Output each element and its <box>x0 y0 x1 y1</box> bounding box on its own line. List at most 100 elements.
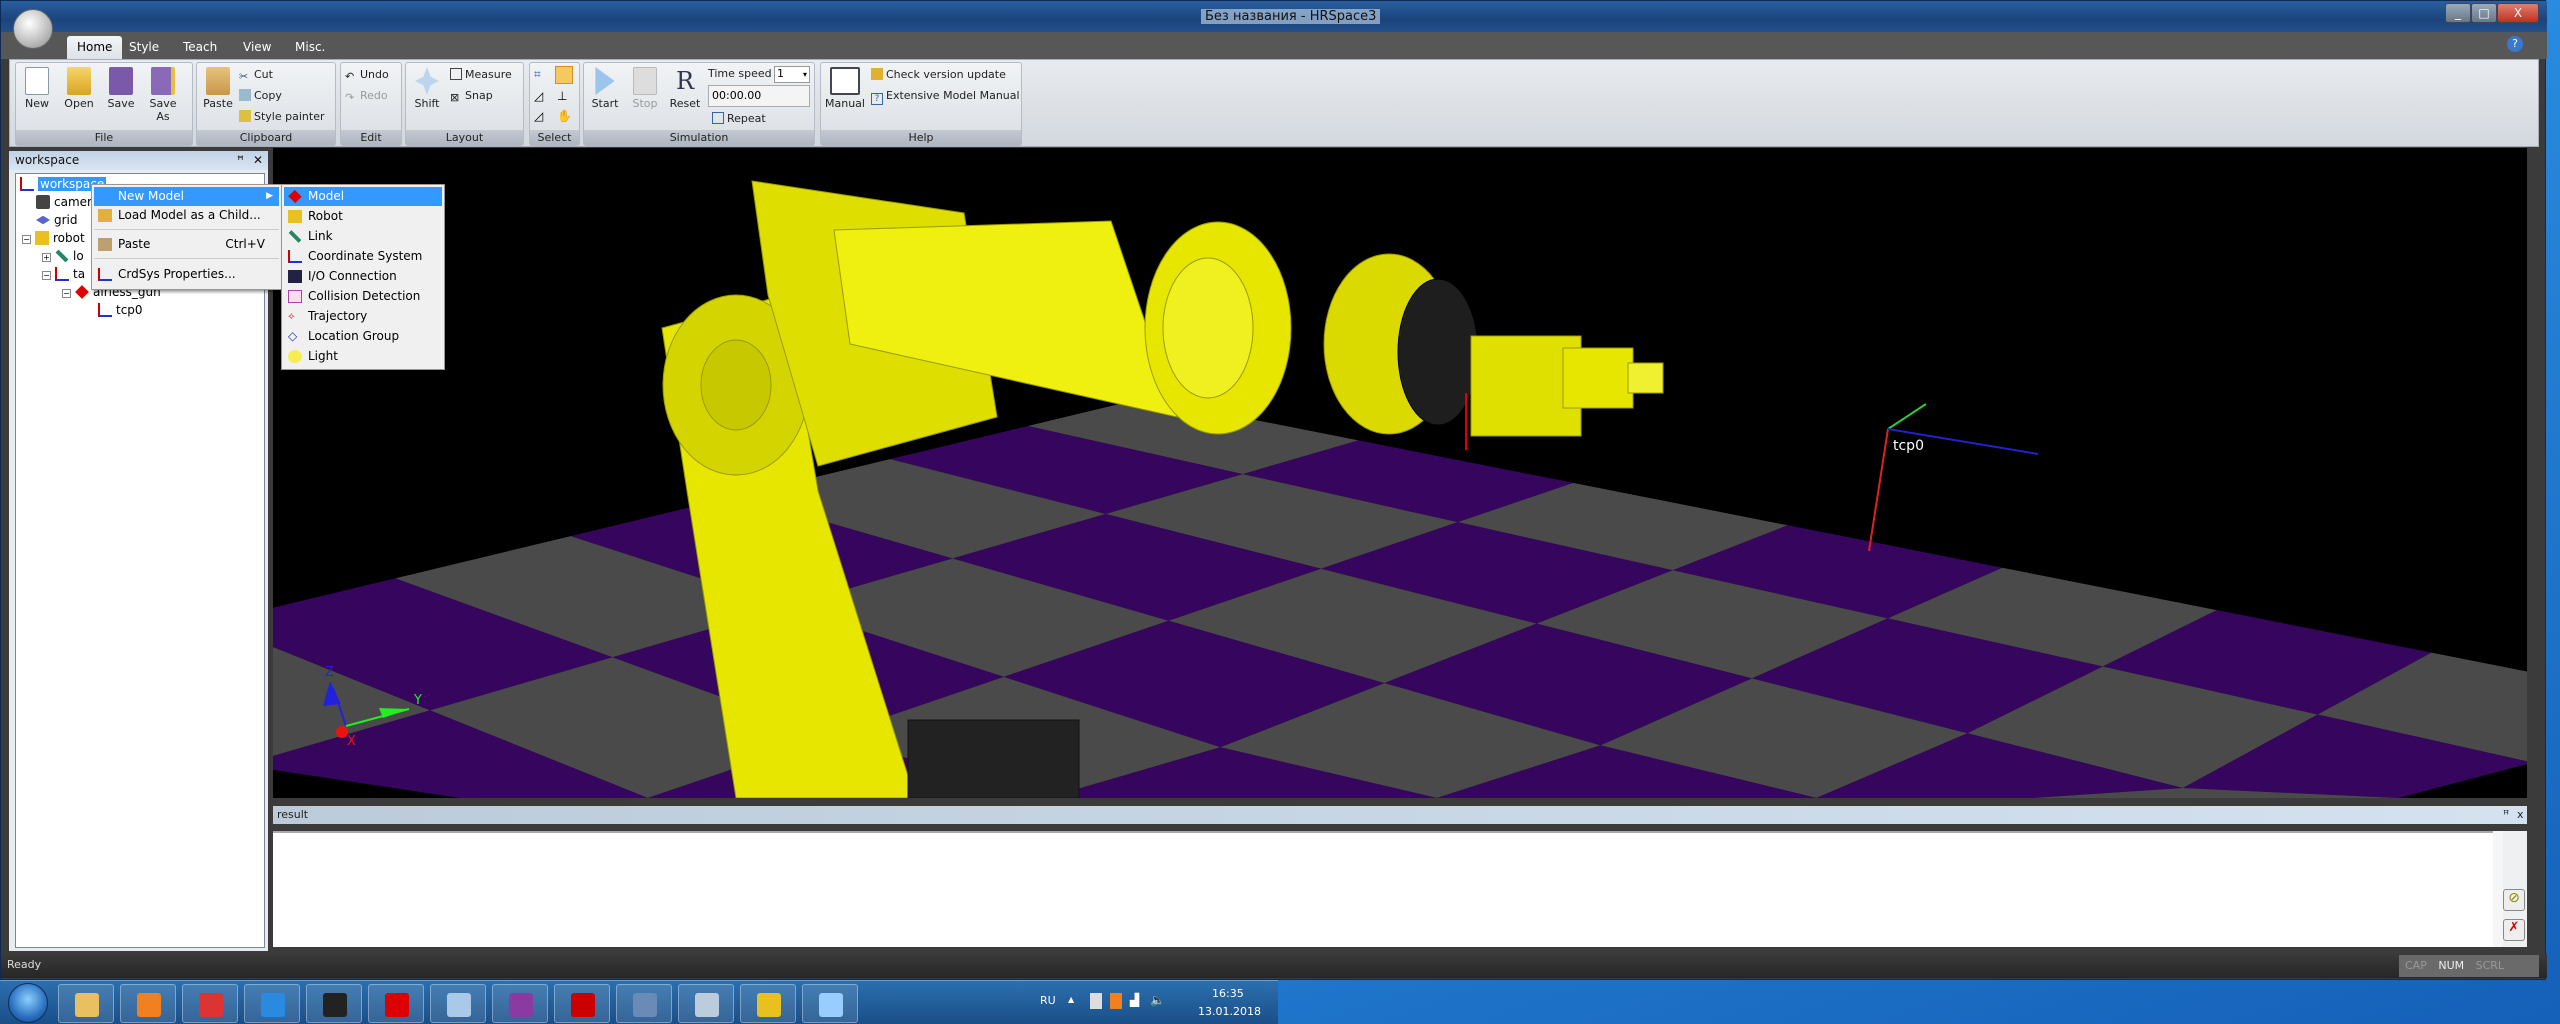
clear-icon[interactable]: ⊘ <box>2503 889 2525 911</box>
submenu-item-coordinate-system[interactable]: Coordinate System <box>284 247 442 266</box>
group-label: Clipboard <box>197 130 335 145</box>
start-button[interactable] <box>8 983 48 1023</box>
paste-button[interactable]: Paste <box>199 67 237 110</box>
manual-button[interactable]: Manual <box>823 67 867 110</box>
network-flag-icon[interactable] <box>1090 993 1102 1009</box>
taskbar-app-acrobat[interactable] <box>554 984 610 1023</box>
save-as-button[interactable]: Save As <box>144 67 182 123</box>
cut-button[interactable]: ✂ Cut <box>239 66 273 84</box>
stop-icon <box>633 67 657 95</box>
submenu-item-light[interactable]: Light <box>284 347 442 366</box>
select-axis-icon[interactable]: ⊥ <box>557 89 573 105</box>
close-icon[interactable]: ✕ <box>253 151 263 170</box>
hand-icon[interactable]: ✋ <box>557 109 573 125</box>
expand-icon[interactable]: + <box>42 253 51 262</box>
tab-misc[interactable]: Misc. <box>285 36 335 59</box>
tree-item-camera[interactable]: camera <box>36 193 99 211</box>
help-icon[interactable]: ? <box>2507 36 2523 52</box>
taskbar-app-hrspace[interactable] <box>740 984 796 1023</box>
submenu-item-link[interactable]: Link <box>284 227 442 246</box>
model-manual-label: Extensive Model Manual <box>886 89 1020 102</box>
taskbar-app-notepad[interactable] <box>430 984 486 1023</box>
model-manual-button[interactable]: ? Extensive Model Manual <box>871 87 1020 105</box>
tree-item-coordsys[interactable]: − ta <box>42 265 85 283</box>
tree-item-link[interactable]: + lo <box>42 247 84 265</box>
copy-button[interactable]: Copy <box>239 87 282 105</box>
snap-button[interactable]: ⊠ Snap <box>450 87 493 105</box>
pin-icon[interactable]: ꟸ <box>237 151 244 170</box>
tree-item-grid[interactable]: grid <box>36 211 78 229</box>
app-tool-icon <box>323 993 347 1017</box>
submenu-item-trajectory[interactable]: ⟡ Trajectory <box>284 307 442 326</box>
submenu-item-location-group[interactable]: ◇ Location Group <box>284 327 442 346</box>
signal-icon[interactable]: ▟ <box>1130 993 1139 1007</box>
taskbar-app-internet-explorer[interactable] <box>244 984 300 1023</box>
measure-button[interactable]: Measure <box>450 66 512 84</box>
menu-item-new-model[interactable]: New Model ▶ <box>94 187 279 206</box>
language-indicator[interactable]: RU <box>1040 994 1056 1007</box>
menu-item-load-model[interactable]: Load Model as a Child... <box>94 206 279 225</box>
new-button[interactable]: New <box>18 67 56 110</box>
scene-svg[interactable]: tcp0 Z Y X <box>273 148 2527 798</box>
taskbar-app-app-tool[interactable] <box>306 984 362 1023</box>
taskbar-app-calculator[interactable] <box>678 984 734 1023</box>
result-scrollbar[interactable] <box>2493 831 2503 947</box>
app-menu-button[interactable] <box>13 9 53 49</box>
menu-item-paste[interactable]: Paste Ctrl+V <box>94 235 279 254</box>
select-box-icon[interactable]: ⌗ <box>534 67 550 83</box>
delete-icon[interactable]: ✗ <box>2503 919 2525 941</box>
time-speed-select[interactable]: 1 ▾ <box>774 66 810 83</box>
save-as-icon <box>151 67 175 95</box>
close-icon[interactable]: x <box>2517 806 2524 824</box>
robot-base <box>907 719 1080 798</box>
3d-viewport[interactable]: tcp0 Z Y X <box>273 148 2527 798</box>
antivirus-icon[interactable] <box>1110 993 1122 1009</box>
submenu-item-io-connection[interactable]: I/O Connection <box>284 267 442 286</box>
undo-button[interactable]: ↶ Undo <box>345 66 389 84</box>
minimize-button[interactable]: _ <box>2445 3 2471 23</box>
reset-button[interactable]: R Reset <box>666 67 704 110</box>
select-frame-icon[interactable] <box>555 66 573 84</box>
maximize-button[interactable]: □ <box>2471 3 2497 23</box>
result-output[interactable] <box>273 831 2493 947</box>
submenu-item-robot[interactable]: Robot <box>284 207 442 226</box>
tab-teach[interactable]: Teach <box>173 36 227 59</box>
clock-date[interactable]: 13.01.2018 <box>1198 1005 1261 1018</box>
open-button[interactable]: Open <box>60 67 98 110</box>
taskbar-app-winrar[interactable] <box>492 984 548 1023</box>
taskbar-app-explorer[interactable] <box>58 984 114 1023</box>
tab-home[interactable]: Home <box>67 36 123 59</box>
stop-button[interactable]: Stop <box>626 67 664 110</box>
shift-button[interactable]: Shift <box>408 67 446 110</box>
collapse-icon[interactable]: − <box>22 235 31 244</box>
menu-item-crdsys-properties[interactable]: CrdSys Properties... <box>94 265 279 284</box>
tab-style[interactable]: Style <box>119 36 169 59</box>
tree-item-robot[interactable]: − robot <box>22 229 85 247</box>
clock-time[interactable]: 16:35 <box>1212 987 1244 1000</box>
pin-icon[interactable]: ꟸ <box>2503 806 2509 824</box>
submenu-item-collision-detection[interactable]: Collision Detection <box>284 287 442 306</box>
taskbar-app-chrome[interactable] <box>182 984 238 1023</box>
save-button[interactable]: Save <box>102 67 140 110</box>
tray-expand-icon[interactable]: ▲ <box>1068 995 1074 1004</box>
select-face-icon[interactable]: ◿ <box>534 109 550 125</box>
repeat-button[interactable]: Repeat <box>712 110 766 128</box>
close-button[interactable]: X <box>2497 3 2539 23</box>
tab-view[interactable]: View <box>233 36 281 59</box>
select-edge-icon[interactable]: ◿ <box>534 89 550 105</box>
style-painter-button[interactable]: Style painter <box>239 108 324 126</box>
collapse-icon[interactable]: − <box>62 289 71 298</box>
tree-item-tcp0[interactable]: tcp0 <box>98 301 143 319</box>
redo-button[interactable]: ↷ Redo <box>345 87 388 105</box>
tree-label: tcp0 <box>116 303 143 317</box>
collapse-icon[interactable]: − <box>42 271 51 280</box>
taskbar-app-opera[interactable] <box>368 984 424 1023</box>
check-update-button[interactable]: Check version update <box>871 66 1006 84</box>
submenu-item-model[interactable]: Model <box>284 187 442 206</box>
taskbar-app-paint[interactable] <box>802 984 858 1023</box>
tcp-y-axis <box>1887 403 1927 430</box>
start-button[interactable]: Start <box>586 67 624 110</box>
taskbar-app-media-player[interactable] <box>120 984 176 1023</box>
volume-icon[interactable]: 🔈 <box>1150 993 1165 1007</box>
taskbar-app-app-tool-2[interactable] <box>616 984 672 1023</box>
